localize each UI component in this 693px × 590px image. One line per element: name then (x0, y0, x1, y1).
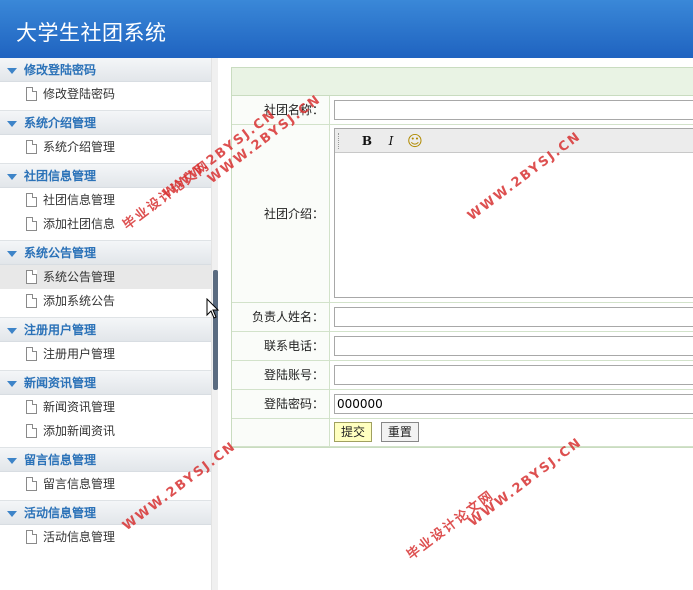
sidebar-item-label: 修改登陆密码 (43, 87, 116, 101)
bold-button[interactable]: B (359, 133, 375, 149)
account-label: 登陆账号： (232, 360, 330, 390)
sidebar-group-label: 注册用户管理 (24, 323, 97, 337)
button-row-spacer (232, 418, 330, 447)
sidebar-group-activities[interactable]: 活动信息管理 (0, 501, 211, 525)
sidebar-item-registered-users[interactable]: 注册用户管理 (0, 342, 211, 366)
document-icon (26, 424, 37, 438)
form-table: 社团名称： 社团介绍： B I ☺ 负责人姓名： 联系电话： 登陆账号： 登陆密… (232, 96, 693, 447)
document-icon (26, 294, 37, 308)
sidebar-group-label: 活动信息管理 (24, 506, 97, 520)
leader-name-input[interactable] (334, 306, 693, 327)
app-title: 大学生社团系统 (16, 21, 167, 45)
sidebar-item-add-news[interactable]: 添加新闻资讯 (0, 419, 211, 443)
sidebar-item-system-intro[interactable]: 系统介绍管理 (0, 135, 211, 159)
sidebar-item-label: 活动信息管理 (43, 530, 116, 544)
sidebar-group-news[interactable]: 新闻资讯管理 (0, 371, 211, 395)
sidebar-group-registered-users[interactable]: 注册用户管理 (0, 318, 211, 342)
caret-down-icon (7, 458, 17, 464)
password-label: 登陆密码： (232, 389, 330, 419)
sidebar-group-label: 系统介绍管理 (24, 116, 97, 130)
sidebar-item-label: 添加社团信息 (43, 217, 116, 231)
sidebar-group-label: 社团信息管理 (24, 169, 97, 183)
caret-down-icon (7, 381, 17, 387)
mouse-cursor-icon (206, 298, 220, 319)
sidebar-item-label: 新闻资讯管理 (43, 400, 116, 414)
sidebar-item-change-password[interactable]: 修改登陆密码 (0, 82, 211, 106)
sidebar-item-label: 注册用户管理 (43, 347, 116, 361)
sidebar-item-add-club[interactable]: 添加社团信息 (0, 212, 211, 236)
sidebar-group-label: 系统公告管理 (24, 246, 97, 260)
account-input[interactable] (334, 364, 693, 385)
sidebar-item-label: 社团信息管理 (43, 193, 116, 207)
document-icon (26, 140, 37, 154)
document-icon (26, 217, 37, 231)
sidebar-group-label: 留言信息管理 (24, 453, 97, 467)
editor-toolbar: B I ☺ (335, 129, 693, 153)
caret-down-icon (7, 174, 17, 180)
sidebar-item-activities[interactable]: 活动信息管理 (0, 525, 211, 549)
caret-down-icon (7, 251, 17, 257)
sidebar-group-label: 修改登陆密码 (24, 63, 97, 77)
app-header: 大学生社团系统 (0, 0, 693, 58)
rich-text-editor[interactable]: B I ☺ (334, 128, 693, 298)
club-name-input[interactable] (334, 99, 693, 120)
document-icon (26, 400, 37, 414)
sidebar-item-add-announcement[interactable]: 添加系统公告 (0, 289, 211, 313)
caret-down-icon (7, 121, 17, 127)
submit-button[interactable]: 提交 (334, 422, 373, 442)
document-icon (26, 530, 37, 544)
leader-name-label: 负责人姓名： (232, 302, 330, 332)
sidebar-item-label: 添加系统公告 (43, 294, 116, 308)
sidebar-group-announcements[interactable]: 系统公告管理 (0, 241, 211, 265)
splitter-handle[interactable] (213, 270, 218, 390)
password-input[interactable] (334, 393, 693, 414)
emoji-icon[interactable]: ☺ (407, 133, 423, 149)
sidebar-item-announcements[interactable]: 系统公告管理 (0, 265, 211, 289)
sidebar-group-change-password[interactable]: 修改登陆密码 (0, 58, 211, 82)
sidebar-item-label: 系统介绍管理 (43, 140, 116, 154)
document-icon (26, 193, 37, 207)
caret-down-icon (7, 68, 17, 74)
sidebar-item-label: 添加新闻资讯 (43, 424, 116, 438)
form-header-bar (232, 68, 693, 96)
caret-down-icon (7, 511, 17, 517)
sidebar-group-messages[interactable]: 留言信息管理 (0, 448, 211, 472)
phone-input[interactable] (334, 335, 693, 356)
club-form: 社团名称： 社团介绍： B I ☺ 负责人姓名： 联系电话： 登陆账号： 登陆密… (231, 67, 693, 448)
italic-button[interactable]: I (383, 133, 399, 149)
sidebar-nav: 修改登陆密码 修改登陆密码 系统介绍管理 系统介绍管理 社团信息管理 社团信息管… (0, 58, 212, 590)
document-icon (26, 87, 37, 101)
document-icon (26, 347, 37, 361)
document-icon (26, 477, 37, 491)
sidebar-group-label: 新闻资讯管理 (24, 376, 97, 390)
sidebar-item-news[interactable]: 新闻资讯管理 (0, 395, 211, 419)
document-icon (26, 270, 37, 284)
sidebar-item-label: 留言信息管理 (43, 477, 116, 491)
phone-label: 联系电话： (232, 331, 330, 361)
toolbar-grip (338, 133, 341, 149)
watermark-url-5: WWW.2BYSJ.CN (466, 434, 586, 530)
sidebar-group-system-intro[interactable]: 系统介绍管理 (0, 111, 211, 135)
caret-down-icon (7, 328, 17, 334)
sidebar-item-label: 系统公告管理 (43, 270, 116, 284)
reset-button[interactable]: 重置 (380, 422, 419, 442)
watermark-site-2: 毕业设计论文网 (404, 487, 498, 564)
